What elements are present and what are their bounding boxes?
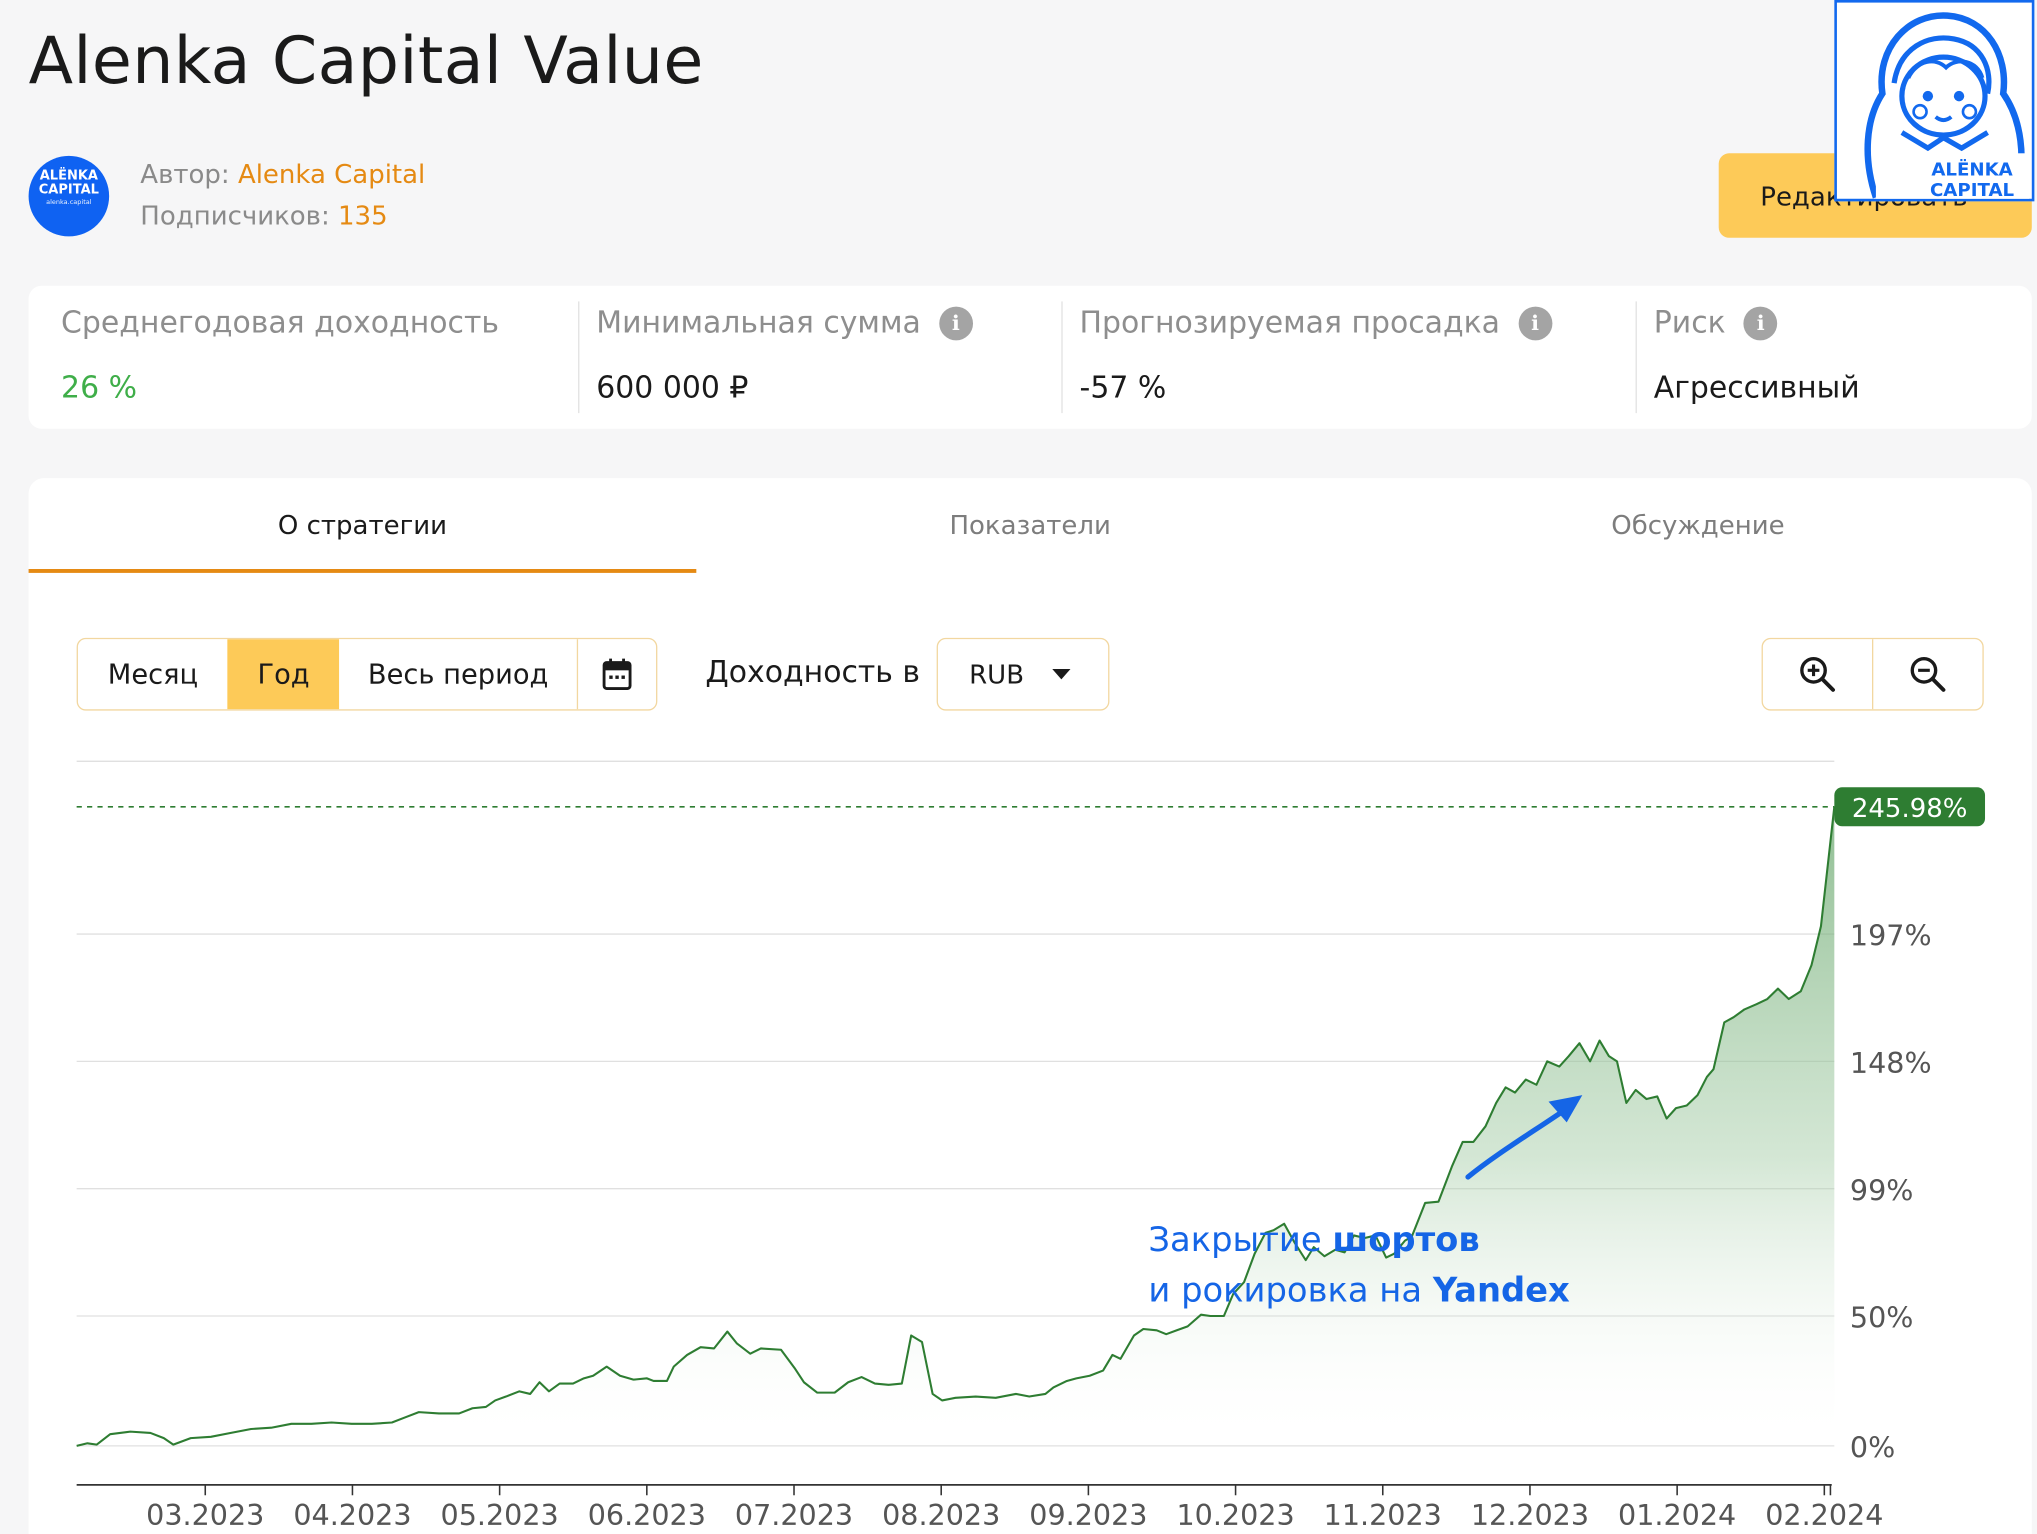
stat-label: Минимальная сумма i: [596, 306, 973, 341]
yield-area: [76, 806, 1835, 1446]
x-tick-label: 09.2023: [1029, 1498, 1147, 1532]
stat-divider: [578, 301, 580, 414]
stats-card: Среднегодовая доходность 26 % Минимальная …: [28, 285, 2032, 429]
stat-value: Агрессивный: [1653, 371, 1860, 406]
logo-text-line1: ALËNKA: [1931, 158, 2012, 180]
stat-label-text: Минимальная сумма: [596, 306, 921, 341]
x-tick-label: 12.2023: [1471, 1498, 1589, 1532]
matryoshka-icon: ALËNKA CAPITAL: [1864, 12, 2030, 201]
stat-label-text: Среднегодовая доходность: [61, 306, 499, 341]
stat-value: -57 %: [1079, 371, 1167, 406]
yield-chart: 0% 50% 99% 148% 197% 245.98% 03.2023 04.2023 05.…: [76, 760, 1986, 1532]
x-tick-label: 03.2023: [146, 1498, 264, 1532]
x-tick-label: 01.2024: [1618, 1498, 1736, 1532]
x-tick-label: 07.2023: [735, 1498, 853, 1532]
info-icon[interactable]: i: [1518, 306, 1552, 341]
x-tick-label: 10.2023: [1176, 1498, 1294, 1532]
stat-label: Риск i: [1653, 306, 1778, 341]
stat-label-text: Прогнозируемая просадка: [1079, 306, 1500, 341]
alenka-capital-logo: ALËNKA CAPITAL: [1834, 0, 2035, 202]
x-tick-label: 04.2023: [293, 1498, 411, 1532]
strategy-card: О стратегии Показатели Обсуждение Месяц Го…: [28, 478, 2032, 1534]
avatar-text-line2: CAPITAL: [38, 183, 99, 198]
y-tick-label: 0%: [1850, 1431, 1895, 1465]
author-avatar[interactable]: ALËNKA CAPITAL alenka.capital: [28, 155, 110, 237]
info-icon[interactable]: i: [939, 306, 973, 341]
info-icon[interactable]: i: [1743, 306, 1778, 341]
avatar-text-line1: ALËNKA: [39, 168, 98, 184]
y-tick-label: 148%: [1850, 1046, 1932, 1080]
last-value-label: 245.98%: [1852, 794, 1968, 824]
author-label: Автор:: [140, 158, 238, 190]
annotation-line2: и рокировка на Yandex: [1148, 1271, 1570, 1310]
x-tick-label: 05.2023: [441, 1498, 559, 1532]
stat-label: Среднегодовая доходность: [61, 307, 499, 341]
y-tick-label: 197%: [1850, 919, 1932, 953]
page-title: Alenka Capital Value: [28, 23, 704, 99]
y-tick-label: 99%: [1850, 1173, 1914, 1207]
x-tick-label: 08.2023: [882, 1498, 1000, 1532]
stat-label: Прогнозируемая просадка i: [1079, 306, 1552, 341]
x-tick-label: 11.2023: [1324, 1498, 1442, 1532]
y-tick-label: 50%: [1850, 1301, 1914, 1335]
author-line: Автор: Alenka Capital: [140, 158, 425, 189]
stat-divider: [1635, 301, 1637, 414]
subscribers-count: 135: [338, 200, 388, 232]
subscribers-label: Подписчиков:: [140, 200, 339, 232]
subscribers-line: Подписчиков: 135: [140, 200, 387, 231]
stat-label-text: Риск: [1653, 306, 1726, 341]
annotation-line1: Закрытие шортов: [1148, 1220, 1479, 1259]
x-tick-label: 06.2023: [588, 1498, 706, 1532]
x-tick-label: 02.2024: [1765, 1498, 1883, 1532]
author-name-link[interactable]: Alenka Capital: [238, 158, 425, 189]
stat-value: 26 %: [61, 371, 137, 406]
stat-divider: [1061, 301, 1063, 414]
avatar-text-line3: alenka.capital: [46, 198, 92, 207]
stat-value: 600 000 ₽: [596, 371, 749, 406]
logo-text-line2: CAPITAL: [1930, 180, 2015, 199]
